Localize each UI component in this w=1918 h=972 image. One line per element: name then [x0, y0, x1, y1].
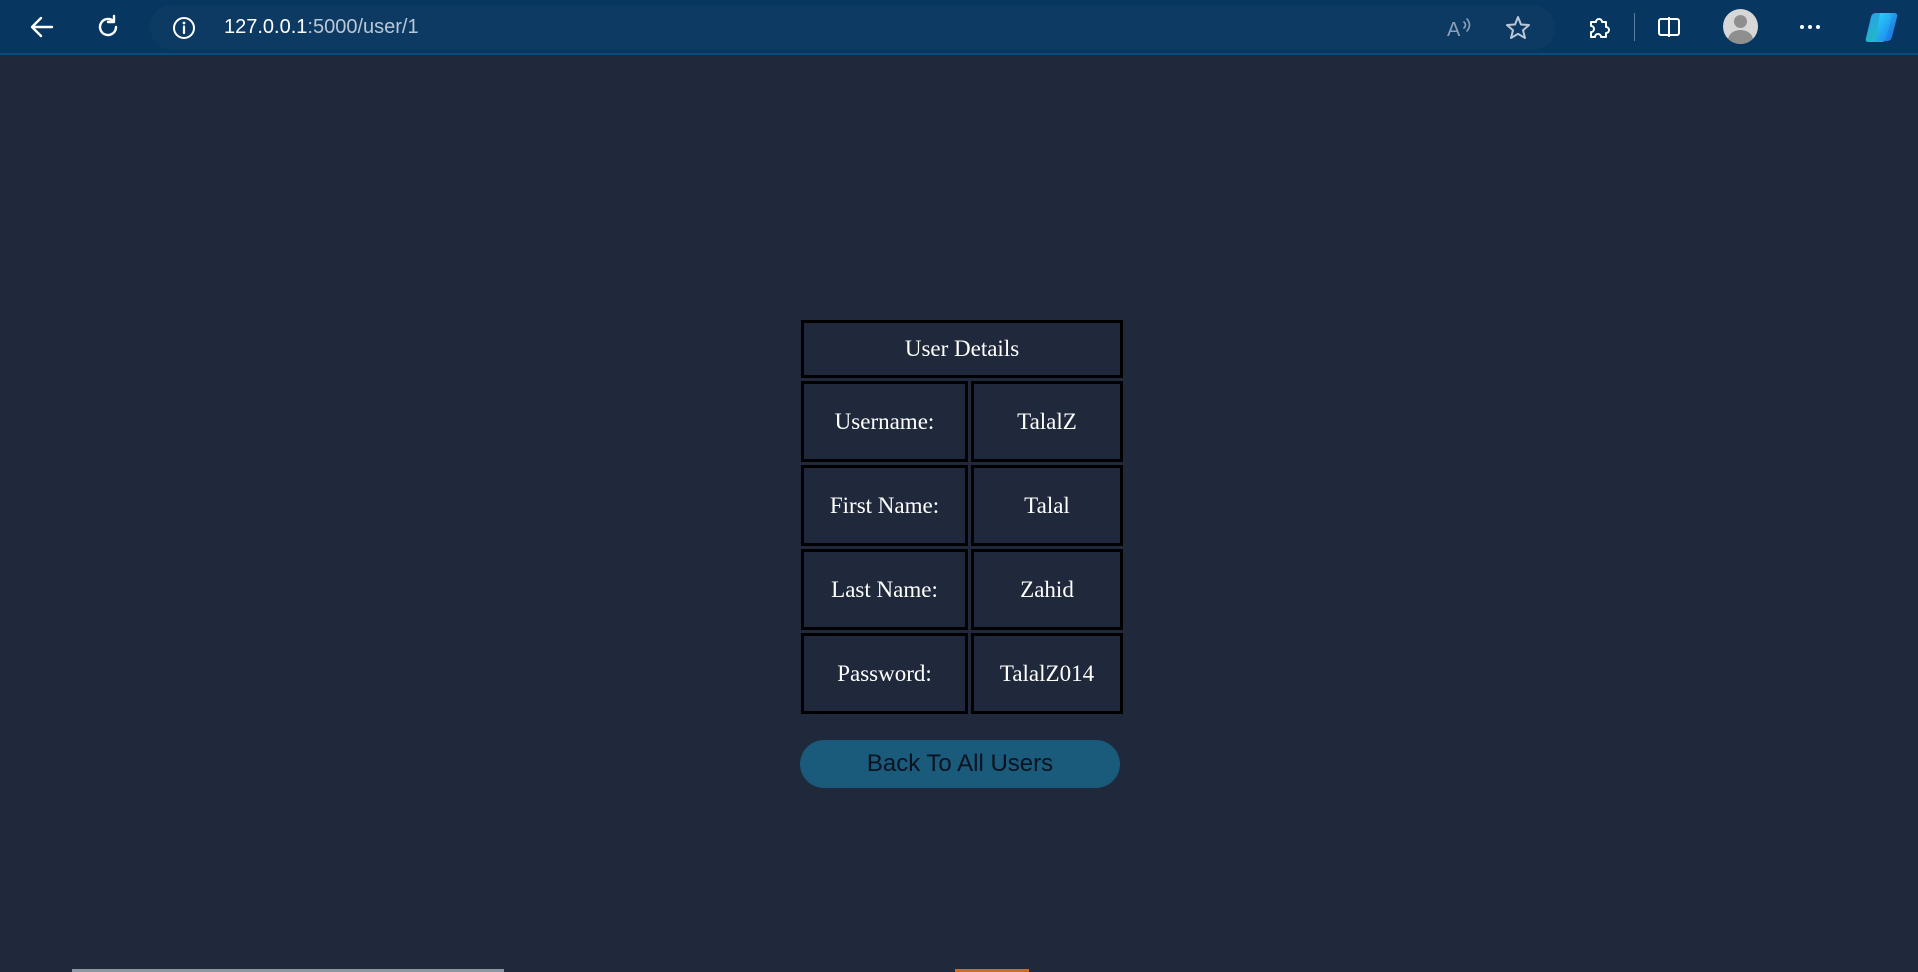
password-value: TalalZ014 [971, 633, 1123, 714]
refresh-button[interactable] [88, 8, 128, 46]
split-screen-icon [1658, 17, 1680, 37]
back-to-all-users-button[interactable]: Back To All Users [800, 740, 1120, 788]
address-bar[interactable]: 127.0.0.1:5000/user/1 A [150, 5, 1555, 50]
svg-text:A: A [1447, 19, 1461, 41]
back-arrow-icon [30, 16, 54, 38]
copilot-icon[interactable] [1862, 9, 1900, 45]
username-label: Username: [801, 381, 968, 462]
refresh-icon [98, 14, 118, 37]
table-header: User Details [801, 320, 1123, 378]
read-aloud-icon[interactable]: A [1444, 13, 1474, 43]
first-name-value: Talal [971, 465, 1123, 546]
last-name-label: Last Name: [801, 549, 968, 630]
username-value: TalalZ [971, 381, 1123, 462]
last-name-value: Zahid [971, 549, 1123, 630]
avatar-icon[interactable] [1723, 9, 1758, 44]
star-icon[interactable] [1503, 13, 1533, 43]
page-content: User Details Username: TalalZ First Name… [0, 56, 1918, 972]
split-screen-button[interactable] [1649, 8, 1689, 46]
extensions-button[interactable] [1579, 8, 1619, 46]
back-button[interactable] [22, 8, 62, 46]
toolbar-divider [1634, 13, 1635, 41]
url-path: :5000/user/1 [307, 16, 419, 38]
url-host: 127.0.0.1 [224, 16, 308, 38]
table-row: Password: TalalZ014 [801, 633, 1123, 714]
puzzle-icon [1590, 18, 1610, 38]
table-row: First Name: Talal [801, 465, 1123, 546]
password-label: Password: [801, 633, 968, 714]
table-row: Username: TalalZ [801, 381, 1123, 462]
browser-toolbar: 127.0.0.1:5000/user/1 A [0, 0, 1918, 55]
url-text[interactable]: 127.0.0.1:5000/user/1 [224, 5, 419, 50]
info-icon[interactable] [172, 16, 196, 40]
more-menu-button[interactable] [1790, 8, 1830, 46]
more-icon [1800, 25, 1820, 29]
user-details-table: User Details Username: TalalZ First Name… [798, 317, 1126, 717]
table-row: Last Name: Zahid [801, 549, 1123, 630]
first-name-label: First Name: [801, 465, 968, 546]
